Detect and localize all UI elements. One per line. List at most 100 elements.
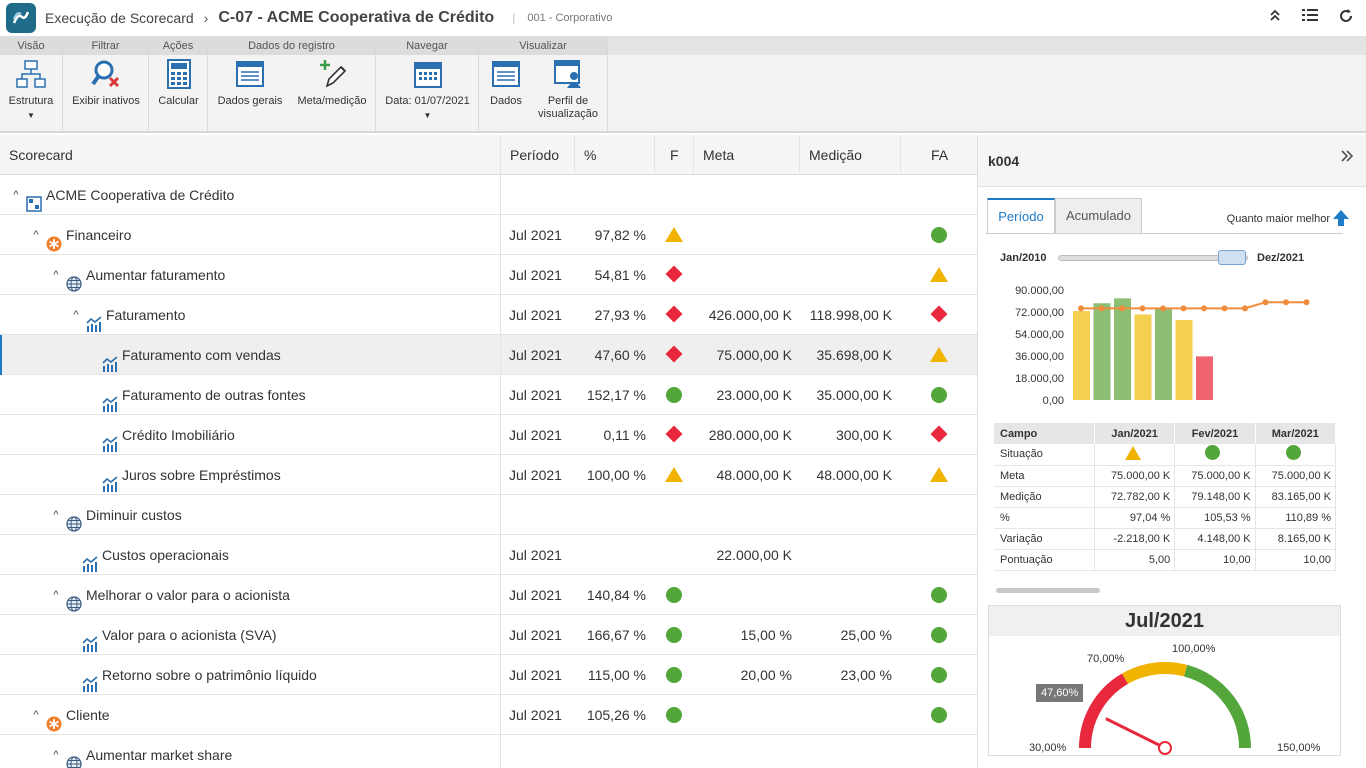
meta-point[interactable] <box>1262 299 1269 306</box>
table-row[interactable]: ^ Melhorar o valor para o acionista Jul 20… <box>0 575 977 615</box>
table-header-row: Campo Jan/2021 Fev/2021 Mar/2021 <box>994 423 1337 444</box>
scorecard-icon <box>26 187 42 212</box>
table-row[interactable]: Faturamento de outras fontes Jul 2021 152,… <box>0 375 977 415</box>
table-row[interactable]: Valor para o acionista (SVA) Jul 2021 166,… <box>0 615 977 655</box>
row-medicao: 48.000,00 K <box>816 467 892 483</box>
chevron-up-icon[interactable]: ^ <box>46 495 66 535</box>
col-separator <box>500 655 501 695</box>
meta-medicao-label: Meta/medição <box>297 95 367 107</box>
list-icon[interactable] <box>1302 8 1318 28</box>
meta-point[interactable] <box>1221 305 1228 312</box>
dados-button[interactable]: Dados <box>483 59 529 108</box>
meta-point[interactable] <box>1139 305 1146 312</box>
table-row[interactable]: Juros sobre Empréstimos Jul 2021 100,00 % 4… <box>0 455 977 495</box>
breadcrumb-execucao[interactable]: Execução de Scorecard <box>45 10 194 26</box>
row-fa-indicator <box>929 627 949 646</box>
form-icon <box>491 59 521 89</box>
selection-indicator <box>0 335 2 375</box>
table-row[interactable]: Retorno sobre o patrimônio líquido Jul 20… <box>0 655 977 695</box>
meta-point[interactable] <box>1119 305 1125 312</box>
table-row[interactable]: ^ Diminuir custos <box>0 495 977 535</box>
table-row: Situação <box>994 444 1337 466</box>
meta-point[interactable] <box>1303 299 1310 306</box>
value-cell: 110,89 % <box>1255 507 1337 529</box>
tab-periodo[interactable]: Período <box>987 198 1055 234</box>
chevron-up-icon[interactable]: ^ <box>26 695 46 735</box>
row-medicao <box>800 695 892 735</box>
table-row[interactable]: ^ Financeiro Jul 2021 97,82 % <box>0 215 977 255</box>
warning-triangle-icon <box>665 467 683 482</box>
ok-circle-icon <box>931 667 947 683</box>
estrutura-button[interactable]: Estrutura ▼ <box>4 59 58 122</box>
chevron-up-icon[interactable]: ^ <box>6 175 26 215</box>
col-medicao[interactable]: Medição <box>809 135 862 175</box>
table-row[interactable]: Faturamento com vendas Jul 2021 47,60 % 75.… <box>0 335 977 375</box>
refresh-icon[interactable] <box>1338 8 1354 28</box>
col-f[interactable]: F <box>670 135 679 175</box>
meta-point[interactable] <box>1201 305 1207 312</box>
row-name: Retorno sobre o patrimônio líquido <box>102 667 317 683</box>
row-name: Valor para o acionista (SVA) <box>102 627 277 643</box>
meta-point[interactable] <box>1098 305 1105 312</box>
chevron-up-icon[interactable]: ^ <box>46 255 66 295</box>
status-cell <box>1255 444 1337 466</box>
perspective-icon <box>46 227 62 252</box>
ok-circle-icon <box>931 627 947 643</box>
slider-handle[interactable] <box>1218 250 1246 265</box>
row-fa-indicator <box>929 227 949 246</box>
warning-triangle-icon <box>930 347 948 362</box>
chart-bar[interactable] <box>1093 303 1111 400</box>
dados-gerais-button[interactable]: Dados gerais <box>214 59 286 108</box>
group-title: Visualizar <box>479 37 607 55</box>
tab-acumulado[interactable]: Acumulado <box>1055 198 1142 234</box>
meta-point[interactable] <box>1078 305 1084 312</box>
col-fa[interactable]: FA <box>931 135 948 175</box>
group-title: Visão <box>0 37 62 55</box>
collapse-up-icon[interactable] <box>1268 8 1282 28</box>
caret-down-icon: ▼ <box>27 111 35 120</box>
col-periodo[interactable]: Período <box>510 135 559 175</box>
perfil-visualizacao-button[interactable]: Perfil de visualização <box>535 59 601 121</box>
row-f-indicator <box>664 265 684 283</box>
chart-bar[interactable] <box>1196 356 1213 400</box>
double-chevron-right-icon[interactable] <box>1340 149 1354 168</box>
chevron-up-icon[interactable]: ^ <box>46 575 66 615</box>
gauge-max-label: 150,00% <box>1277 742 1321 754</box>
gauge-min-label: 30,00% <box>1029 742 1067 754</box>
meta-point[interactable] <box>1283 299 1289 306</box>
meta-point[interactable] <box>1180 305 1187 312</box>
chart-bar[interactable] <box>1175 319 1193 400</box>
table-row[interactable]: Custos operacionais Jul 2021 22.000,00 K <box>0 535 977 575</box>
group-title: Dados do registro <box>208 37 375 55</box>
chart-bar[interactable] <box>1155 307 1172 400</box>
col-scorecard[interactable]: Scorecard <box>9 135 73 175</box>
exibir-inativos-button[interactable]: Exibir inativos <box>67 59 145 108</box>
row-f-indicator <box>664 345 684 363</box>
chart-bar[interactable] <box>1073 311 1090 400</box>
gauge-card: Jul/2021 70,00% 100,00% 30,00% 150,00% 4… <box>988 605 1341 756</box>
col-pct[interactable]: % <box>584 135 596 175</box>
y-tick-label: 36.000,00 <box>1015 351 1064 363</box>
meta-medicao-button[interactable]: Meta/medição <box>294 59 370 108</box>
row-pct: 152,17 % <box>586 387 646 403</box>
table-row[interactable]: ^ ACME Cooperativa de Crédito <box>0 175 977 215</box>
calcular-button[interactable]: Calcular <box>153 59 204 108</box>
data-button[interactable]: Data: 01/07/2021 ▼ <box>380 59 475 122</box>
row-medicao: 118.998,00 K <box>809 307 892 323</box>
col-separator <box>500 455 501 495</box>
meta-point[interactable] <box>1242 305 1248 312</box>
row-name: Faturamento de outras fontes <box>122 387 306 403</box>
chevron-up-icon[interactable]: ^ <box>46 735 66 768</box>
table-row[interactable]: ^ Aumentar faturamento Jul 2021 54,81 % <box>0 255 977 295</box>
horizontal-scrollbar[interactable] <box>996 588 1100 593</box>
table-row[interactable]: ^ Cliente Jul 2021 105,26 % <box>0 695 977 735</box>
chart-bar[interactable] <box>1134 314 1152 400</box>
table-row[interactable]: ^ Aumentar market share <box>0 735 977 768</box>
table-row[interactable]: Crédito Imobiliário Jul 2021 0,11 % 280.000… <box>0 415 977 455</box>
table-row[interactable]: ^ Faturamento Jul 2021 27,93 % 426.000,00 K 1… <box>0 295 977 335</box>
chevron-up-icon[interactable]: ^ <box>66 295 86 335</box>
col-meta[interactable]: Meta <box>703 135 734 175</box>
meta-point[interactable] <box>1160 305 1166 312</box>
chart-bar[interactable] <box>1114 298 1131 400</box>
chevron-up-icon[interactable]: ^ <box>26 215 46 255</box>
